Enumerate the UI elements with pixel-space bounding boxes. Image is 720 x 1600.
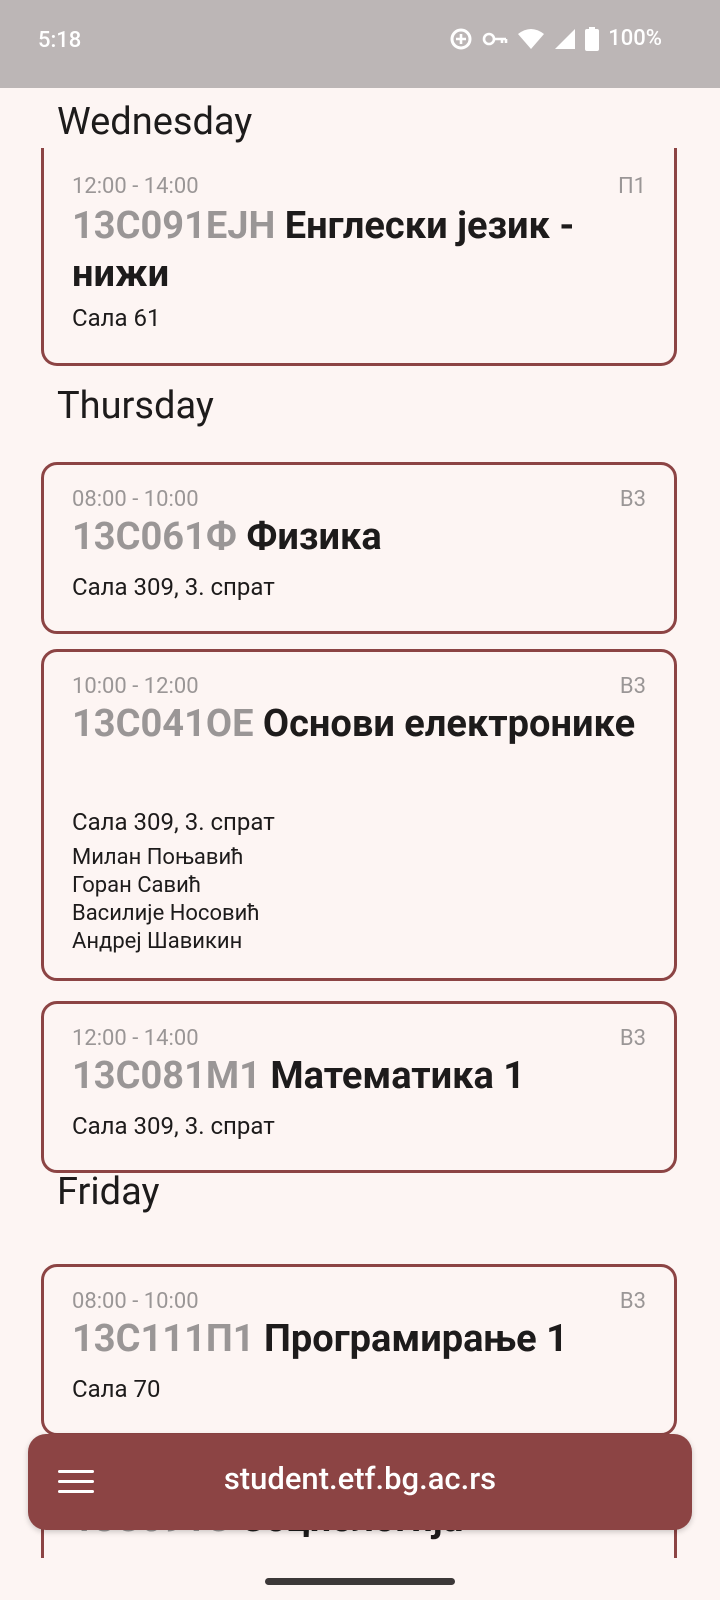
teacher-name: Андреј Шавикин (72, 929, 243, 954)
day-header-friday: Friday (57, 1170, 160, 1214)
class-type: П1 (617, 174, 646, 199)
class-name: Физика (246, 515, 382, 559)
class-code: 13С061Ф (72, 515, 237, 559)
class-time: 08:00 - 10:00 (72, 487, 199, 512)
status-icons: 100% (449, 26, 662, 51)
gesture-nav-handle[interactable] (265, 1578, 455, 1585)
class-room: Сала 70 (72, 1375, 161, 1403)
teacher-list: Милан Поњавић Горан Савић Василије Носов… (72, 844, 260, 956)
status-time: 5:18 (38, 28, 82, 53)
wifi-icon (518, 28, 545, 49)
site-url: student.etf.bg.ac.rs (223, 1460, 497, 1497)
class-code: 13С091ЕЈН (72, 204, 276, 248)
class-room: Сала 309, 3. спрат (72, 1112, 275, 1140)
class-title: 13С041ОЕ Основи електронике (72, 700, 654, 748)
class-time: 12:00 - 14:00 (72, 174, 199, 199)
class-card[interactable]: 12:00 - 14:00 П1 13С091ЕЈН Енглески јези… (41, 148, 677, 366)
battery-icon (585, 26, 600, 51)
class-name: Математика 1 (270, 1054, 526, 1098)
teacher-name: Горан Савић (72, 873, 202, 898)
vpn-key-icon (482, 32, 508, 45)
class-room: Сала 61 (72, 304, 161, 332)
data-saver-icon (450, 28, 472, 49)
status-bar: 5:18 100% (0, 0, 720, 88)
class-time: 10:00 - 12:00 (72, 674, 199, 699)
class-name: Основи електронике (262, 702, 636, 746)
teacher-name: Василије Носовић (72, 901, 260, 926)
class-time: 12:00 - 14:00 (72, 1026, 199, 1051)
class-type: В3 (619, 674, 646, 699)
teacher-name: Милан Поњавић (72, 845, 244, 870)
class-code: 13С081М1 (72, 1054, 261, 1098)
class-room: Сала 309, 3. спрат (72, 808, 275, 836)
bottom-app-bar: student.etf.bg.ac.rs (28, 1434, 692, 1530)
schedule-list[interactable]: Wednesday 12:00 - 14:00 П1 13С091ЕЈН Енг… (0, 88, 720, 1558)
class-title: 13С091ЕЈН Енглески језик - нижи (72, 202, 654, 298)
class-title: 13С111П1 Програмирање 1 (72, 1315, 654, 1363)
day-header-wednesday: Wednesday (57, 100, 253, 144)
signal-icon (555, 28, 576, 49)
class-card[interactable]: 08:00 - 10:00 В3 13С061Ф Физика Сала 309… (41, 462, 677, 634)
class-card[interactable]: 10:00 - 12:00 В3 13С041ОЕ Основи електро… (41, 649, 677, 981)
class-card[interactable]: 08:00 - 10:00 В3 13С111П1 Програмирање 1… (41, 1264, 677, 1436)
battery-percentage: 100% (608, 26, 662, 51)
class-title: 13С081М1 Математика 1 (72, 1052, 654, 1100)
class-type: В3 (619, 1289, 646, 1314)
class-type: В3 (619, 487, 646, 512)
class-time: 08:00 - 10:00 (72, 1289, 199, 1314)
day-header-thursday: Thursday (57, 384, 214, 428)
class-type: В3 (619, 1026, 646, 1051)
class-code: 13С041ОЕ (72, 702, 254, 746)
class-code: 13С111П1 (72, 1317, 255, 1361)
class-name: Програмирање 1 (264, 1317, 568, 1361)
class-title: 13С061Ф Физика (72, 513, 654, 561)
class-card[interactable]: 12:00 - 14:00 В3 13С081М1 Математика 1 С… (41, 1001, 677, 1173)
class-room: Сала 309, 3. спрат (72, 573, 275, 601)
